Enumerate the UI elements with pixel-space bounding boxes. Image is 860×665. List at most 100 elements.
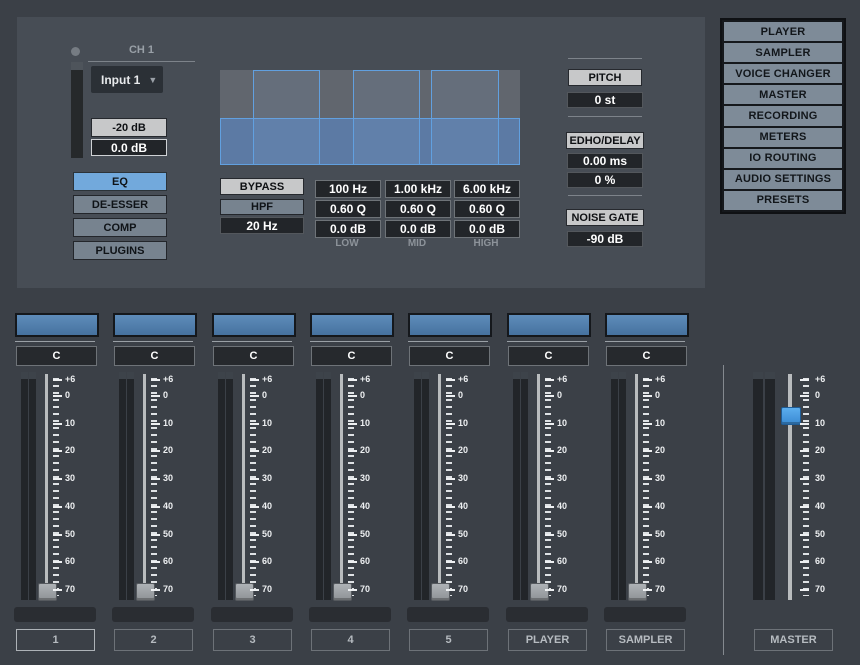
sidebar-button-io-routing[interactable]: IO ROUTING: [724, 149, 842, 168]
fader-scale-label: 40: [163, 501, 189, 511]
hpf-freq-display[interactable]: 20 Hz: [220, 217, 304, 234]
input-select-value: Input 1: [101, 73, 140, 87]
tab-comp[interactable]: COMP: [73, 218, 167, 237]
channel-select-button[interactable]: 1: [16, 629, 95, 651]
input-select-dropdown[interactable]: Input 1 ▼: [91, 66, 163, 93]
sidebar-button-voice-changer[interactable]: VOICE CHANGER: [724, 64, 842, 83]
fader-handle[interactable]: [38, 583, 57, 601]
pan-knob-display[interactable]: C: [213, 346, 294, 366]
pan-value: C: [250, 350, 258, 362]
echo-delay-button[interactable]: EDHO/DELAY: [566, 132, 644, 149]
fader-handle[interactable]: [235, 583, 254, 601]
channel-level-bar: [507, 313, 591, 337]
fader-scale-tick: [800, 450, 809, 452]
fader-handle[interactable]: [431, 583, 450, 601]
gain-button[interactable]: -20 dB: [91, 118, 167, 137]
fader-scale-label: 0: [262, 390, 288, 400]
fader-track[interactable]: [438, 374, 441, 600]
fader-scale-label: 20: [557, 445, 583, 455]
fader-track[interactable]: [143, 374, 146, 600]
eq-mid-gain[interactable]: 0.0 dB: [385, 220, 451, 238]
fader-scale-tick: [643, 561, 652, 563]
hpf-button[interactable]: HPF: [220, 199, 304, 215]
channel-select-button[interactable]: PLAYER: [508, 629, 587, 651]
tab-eq[interactable]: EQ: [73, 172, 167, 191]
channel-level-bar: [212, 313, 296, 337]
fader-scale-tick: [53, 450, 62, 452]
sidebar-button-master[interactable]: MASTER: [724, 85, 842, 104]
sidebar-button-presets[interactable]: PRESETS: [724, 191, 842, 210]
tab-de-esser[interactable]: DE-ESSER: [73, 195, 167, 214]
fader-handle[interactable]: [628, 583, 647, 601]
fader-zone: +6010203040506070: [745, 370, 843, 602]
eq-high-freq[interactable]: 6.00 kHz: [454, 180, 520, 198]
pan-knob-display[interactable]: C: [114, 346, 195, 366]
sidebar-button-audio-settings[interactable]: AUDIO SETTINGS: [724, 170, 842, 189]
eq-high-gain[interactable]: 0.0 dB: [454, 220, 520, 238]
noise-gate-value-display[interactable]: -90 dB: [567, 231, 643, 247]
level-meter-right: [29, 372, 36, 600]
sidebar-button-recording[interactable]: RECORDING: [724, 106, 842, 125]
noise-gate-button[interactable]: NOISE GATE: [566, 209, 644, 226]
fader-track[interactable]: [537, 374, 540, 600]
strip-divider: [605, 341, 685, 342]
fader-scale-tick: [53, 589, 62, 591]
fader-scale-label: 30: [163, 473, 189, 483]
pitch-value-display[interactable]: 0 st: [567, 92, 643, 108]
fader-scale-label: 60: [65, 556, 91, 566]
channel-select-button[interactable]: 4: [311, 629, 390, 651]
fader-scale-tick: [643, 379, 652, 381]
echo-mix-display[interactable]: 0 %: [567, 172, 643, 188]
channel-value-display: [604, 607, 686, 622]
channel-select-button[interactable]: SAMPLER: [606, 629, 685, 651]
fader-track[interactable]: [635, 374, 638, 600]
eq-low-freq[interactable]: 100 Hz: [315, 180, 381, 198]
pan-knob-display[interactable]: C: [311, 346, 392, 366]
channel-select-button[interactable]: MASTER: [754, 629, 833, 651]
eq-mid-freq[interactable]: 1.00 kHz: [385, 180, 451, 198]
pan-knob-display[interactable]: C: [508, 346, 589, 366]
channel-select-button[interactable]: 2: [114, 629, 193, 651]
fader-scale-tick: [800, 561, 809, 563]
eq-band-low-region[interactable]: [253, 70, 320, 165]
fader-scale-tick: [151, 534, 160, 536]
gain-value-display[interactable]: 0.0 dB: [91, 139, 167, 156]
fader-track[interactable]: [340, 374, 343, 600]
fx-divider: [568, 195, 642, 196]
fader-scale-label: 60: [458, 556, 484, 566]
pan-knob-display[interactable]: C: [16, 346, 97, 366]
eq-low-q[interactable]: 0.60 Q: [315, 200, 381, 218]
fader-scale-label: +6: [655, 374, 681, 384]
sidebar-button-meters[interactable]: METERS: [724, 128, 842, 147]
fader-scale-label: 50: [360, 529, 386, 539]
eq-band-mid-region[interactable]: [353, 70, 420, 165]
channel-select-button[interactable]: 3: [213, 629, 292, 651]
fader-scale-label: 20: [163, 445, 189, 455]
channel-select-button[interactable]: 5: [409, 629, 488, 651]
eq-band-high-region[interactable]: [431, 70, 499, 165]
eq-mid-q[interactable]: 0.60 Q: [385, 200, 451, 218]
fader-track[interactable]: [45, 374, 48, 600]
eq-high-q[interactable]: 0.60 Q: [454, 200, 520, 218]
fader-handle[interactable]: [333, 583, 352, 601]
fader-handle[interactable]: [781, 407, 801, 425]
sidebar-button-sampler[interactable]: SAMPLER: [724, 43, 842, 62]
fader-handle[interactable]: [530, 583, 549, 601]
fader-scale-tick: [643, 395, 652, 397]
fader-handle[interactable]: [136, 583, 155, 601]
sidebar-button-player[interactable]: PLAYER: [724, 22, 842, 41]
fader-scale-label: 40: [458, 501, 484, 511]
eq-low-gain[interactable]: 0.0 dB: [315, 220, 381, 238]
fader-scale-tick: [250, 478, 259, 480]
fader-scale-tick: [348, 589, 357, 591]
tab-plugins[interactable]: PLUGINS: [73, 241, 167, 260]
pan-knob-display[interactable]: C: [409, 346, 490, 366]
fader-scale-tick: [348, 561, 357, 563]
fader-track[interactable]: [242, 374, 245, 600]
level-meter-right: [521, 372, 528, 600]
eq-bypass-button[interactable]: BYPASS: [220, 178, 304, 195]
fader-scale-label: 60: [557, 556, 583, 566]
echo-time-display[interactable]: 0.00 ms: [567, 153, 643, 169]
pan-knob-display[interactable]: C: [606, 346, 687, 366]
pitch-button[interactable]: PITCH: [568, 69, 642, 86]
